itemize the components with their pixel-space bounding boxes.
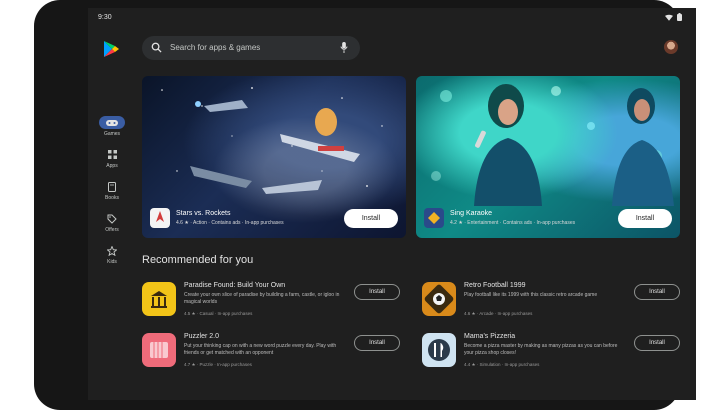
app-list-item[interactable]: Retro Football 1999 Play football like i… — [422, 282, 692, 322]
app-meta: 4.7 ★ · Puzzle · In-app purchases — [184, 362, 252, 367]
install-button[interactable]: Install — [634, 284, 680, 300]
nav-item-offers[interactable]: Offers — [92, 212, 132, 242]
app-name: Puzzler 2.0 — [184, 333, 220, 340]
utensils-icon — [428, 339, 450, 361]
install-button[interactable]: Install — [634, 335, 680, 351]
battery-icon — [677, 13, 682, 21]
star-icon — [107, 245, 117, 256]
app-description: Become a pizza master by making as many … — [464, 343, 618, 356]
banner-title: Stars vs. Rockets — [176, 210, 231, 217]
app-description: Create your own slice of paradise by bui… — [184, 292, 340, 305]
nav-item-apps[interactable]: Apps — [92, 148, 132, 178]
search-bar[interactable]: Search for apps & games — [142, 36, 360, 60]
nav-label-apps: Apps — [106, 163, 118, 169]
status-time: 9:30 — [98, 14, 112, 21]
rocket-icon — [156, 211, 164, 222]
featured-banner-stars-vs-rockets[interactable]: Stars vs. Rockets 4.6 ★ · Action · Conta… — [142, 76, 406, 238]
book-icon — [108, 181, 116, 192]
app-name: Paradise Found: Build Your Own — [184, 282, 286, 289]
nav-label-offers: Offers — [105, 227, 119, 233]
app-list-item[interactable]: Paradise Found: Build Your Own Create yo… — [142, 282, 412, 322]
apps-grid-icon — [107, 150, 117, 159]
nav-item-games[interactable]: Games — [92, 116, 132, 146]
tablet-frame: 9:30 Search for apps & games Games Apps … — [34, 0, 696, 410]
tag-icon — [107, 214, 117, 224]
mic-icon[interactable] — [340, 42, 348, 53]
featured-banner-sing-karaoke[interactable]: Sing Karaoke 4.2 ★ · Entertainment · Con… — [416, 76, 680, 238]
install-button[interactable]: Install — [354, 284, 400, 300]
banner-meta: 4.2 ★ · Entertainment · Contains ads · I… — [450, 220, 576, 226]
nav-label-books: Books — [105, 195, 119, 201]
nav-item-kids[interactable]: Kids — [92, 244, 132, 274]
app-name: Retro Football 1999 — [464, 282, 526, 289]
nav-label-games: Games — [103, 131, 121, 137]
karaoke-singers-artwork — [431, 84, 674, 206]
banner-meta: 4.6 ★ · Action · Contains ads · In-app p… — [176, 220, 284, 226]
retro-football-app-icon — [422, 282, 456, 316]
google-play-logo[interactable] — [102, 40, 120, 58]
app-description: Put your thinking cap on with a new word… — [184, 343, 337, 356]
install-button[interactable]: Install — [618, 209, 672, 228]
app-name: Mama's Pizzeria — [464, 333, 516, 340]
play-store-screen: 9:30 Search for apps & games Games Apps … — [88, 8, 696, 400]
app-description: Play football like its 1999 with this cl… — [464, 292, 598, 298]
wifi-icon — [665, 14, 673, 21]
banner-title: Sing Karaoke — [450, 210, 493, 217]
app-list-item[interactable]: Mama's Pizzeria Become a pizza master by… — [422, 333, 692, 373]
gamepad-icon — [106, 119, 118, 126]
diamond-icon — [428, 212, 440, 224]
app-list-item[interactable]: Puzzler 2.0 Put your thinking cap on wit… — [142, 333, 412, 373]
banner-info: Stars vs. Rockets 4.6 ★ · Action · Conta… — [150, 208, 398, 230]
section-title: Recommended for you — [142, 254, 254, 266]
puzzle-tiles-icon — [150, 342, 168, 358]
banner-info: Sing Karaoke 4.2 ★ · Entertainment · Con… — [424, 208, 672, 230]
puzzler-app-icon — [142, 333, 176, 367]
nav-item-books[interactable]: Books — [92, 180, 132, 210]
account-avatar[interactable] — [664, 40, 678, 54]
stars-vs-rockets-app-icon — [150, 208, 170, 228]
install-button[interactable]: Install — [354, 335, 400, 351]
sing-karaoke-app-icon — [424, 208, 444, 228]
status-icons — [665, 13, 682, 21]
space-battle-artwork — [161, 87, 383, 194]
app-meta: 4.5 ★ · Casual · In-app purchases — [184, 311, 253, 316]
app-meta: 4.4 ★ · Simulation · In-app purchases — [464, 362, 540, 367]
football-icon — [424, 284, 454, 314]
temple-icon — [151, 291, 167, 308]
search-icon — [151, 42, 162, 53]
nav-label-kids: Kids — [107, 259, 117, 265]
app-meta: 4.6 ★ · Arcade · In-app purchases — [464, 311, 533, 316]
search-placeholder: Search for apps & games — [170, 43, 261, 52]
install-button[interactable]: Install — [344, 209, 398, 228]
status-bar: 9:30 — [88, 8, 696, 28]
mamas-pizzeria-app-icon — [422, 333, 456, 367]
paradise-found-app-icon — [142, 282, 176, 316]
